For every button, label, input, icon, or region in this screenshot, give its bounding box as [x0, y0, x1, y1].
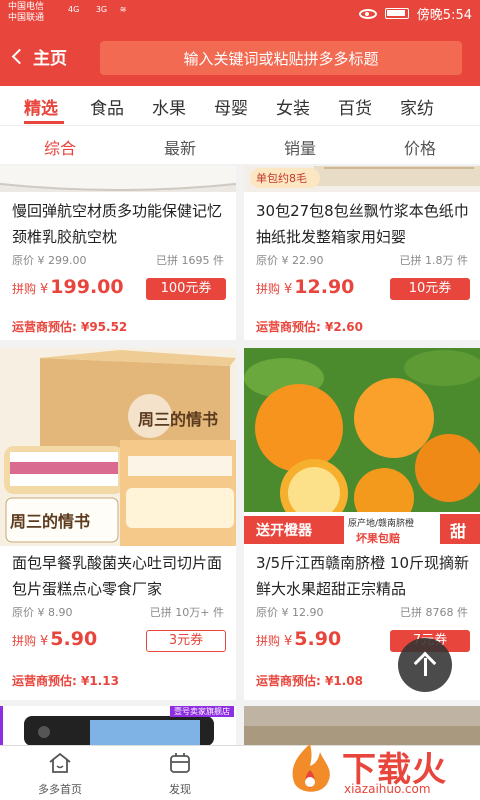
yen-symbol: ¥: [40, 282, 49, 297]
sold-count: 已拼 1.8万 件: [399, 254, 469, 267]
estimate-text: 运营商预估: ¥1.13: [12, 674, 119, 688]
product-card[interactable]: 周三的情书 周三的情书 面包早餐乳酸菌夹心吐司切片面包片蛋糕点心零食厂家 原价 …: [0, 348, 236, 700]
image-origin: 原产地/赣南脐橙: [348, 519, 415, 529]
product-title: 3/5斤江西赣南脐橙 10斤现摘新鲜大水果超甜正宗精品: [256, 554, 469, 598]
sort-option-3[interactable]: 价格: [404, 135, 436, 159]
tab-category-6[interactable]: 家纺: [400, 94, 434, 119]
image-banner: 送开橙器: [256, 523, 312, 539]
tab-category-3[interactable]: 母婴: [214, 94, 248, 119]
pin-label: 拼购: [256, 634, 281, 648]
price-value: 5.90: [294, 628, 342, 650]
tab-category-0[interactable]: 精选: [24, 94, 58, 119]
watermark: 下载火 xiazaihuo.com: [280, 738, 480, 800]
estimate-text: 运营商预估: ¥2.60: [256, 320, 363, 334]
store-badge: 壹号卖家旗舰店: [170, 706, 234, 717]
carrier-1: 中国电信: [8, 2, 45, 12]
original-price: 原价 ¥ 299.00: [12, 254, 87, 267]
network-indicator: 4G 3G ≋: [68, 5, 126, 14]
net-1: 4G: [68, 5, 80, 14]
coupon-badge[interactable]: 10元券: [390, 278, 470, 300]
original-price: 原价 ¥ 8.90: [12, 606, 73, 619]
yen-symbol: ¥: [284, 634, 293, 649]
pin-label: 拼购: [12, 634, 37, 648]
sort-option-0[interactable]: 综合: [44, 135, 76, 159]
active-tab-indicator: [24, 121, 64, 124]
sold-count: 已拼 8768 件: [400, 606, 468, 619]
product-image: [0, 166, 236, 192]
product-title: 面包早餐乳酸菌夹心吐司切片面包片蛋糕点心零食厂家: [12, 554, 223, 598]
tab-discover-label: 发现: [169, 783, 191, 796]
group-price: 拼购 ¥ 5.90: [256, 628, 341, 650]
estimate-text: 运营商预估: ¥1.08: [256, 674, 363, 688]
back-to-top-button[interactable]: [398, 638, 452, 692]
sort-bar: 综合 最新 销量 价格: [0, 126, 480, 164]
image-label-package: 周三的情书: [10, 512, 91, 531]
carrier-2: 中国联通: [8, 13, 45, 23]
product-image: 单包约8毛: [244, 166, 480, 192]
flame-logo-icon: [292, 744, 330, 792]
product-card[interactable]: 单包约8毛 30包27包8包丝飘竹浆本色纸巾抽纸批发整箱家用妇婴 原价 ¥ 22…: [244, 166, 480, 340]
search-input[interactable]: 输入关键词或粘贴拼多多标题: [100, 41, 462, 75]
coupon-badge[interactable]: 100元券: [146, 278, 226, 300]
tab-category-4[interactable]: 女装: [276, 94, 310, 119]
product-image: 送开橙器 原产地/赣南脐橙 坏果包赔 甜: [244, 348, 480, 546]
price-value: 12.90: [294, 276, 355, 298]
clock: 傍晚5:54: [416, 8, 472, 23]
yen-symbol: ¥: [284, 282, 293, 297]
wifi-icon: ≋: [119, 5, 127, 14]
battery-icon: [384, 8, 409, 19]
home-icon: [49, 752, 71, 773]
category-tabs: 精选 食品 水果 母婴 女装 百货 家纺: [0, 86, 480, 126]
product-image: 周三的情书 周三的情书: [0, 348, 236, 546]
yen-symbol: ¥: [40, 634, 49, 649]
image-guarantee: 坏果包赔: [356, 532, 400, 545]
group-price: 拼购 ¥ 199.00: [12, 276, 124, 298]
tab-discover[interactable]: 发现: [140, 752, 220, 797]
coupon-badge[interactable]: 3元券: [146, 630, 226, 652]
back-button[interactable]: 主页: [10, 42, 67, 70]
product-title: 慢回弹航空材质多功能保健记忆颈椎乳胶航空枕: [12, 202, 223, 246]
original-price: 原价 ¥ 12.90: [256, 606, 324, 619]
pin-label: 拼购: [12, 282, 37, 296]
image-badge: 单包约8毛: [256, 172, 307, 185]
sold-count: 已拼 1695 件: [156, 254, 224, 267]
tab-home[interactable]: 多多首页: [20, 752, 100, 797]
image-label-box: 周三的情书: [138, 410, 219, 429]
carrier-info: 中国电信 中国联通: [8, 2, 44, 24]
product-card[interactable]: 壹号卖家旗舰店: [0, 706, 236, 746]
group-price: 拼购 ¥ 5.90: [12, 628, 97, 650]
discover-icon: [170, 753, 190, 773]
product-card[interactable]: 慢回弹航空材质多功能保健记忆颈椎乳胶航空枕 原价 ¥ 299.00 已拼 169…: [0, 166, 236, 340]
image-tag: 甜: [450, 522, 467, 541]
pillow-image: [0, 166, 236, 192]
sort-option-1[interactable]: 最新: [164, 135, 196, 159]
header: 主页 输入关键词或粘贴拼多多标题: [0, 26, 480, 86]
net-2: 3G: [95, 5, 108, 14]
estimate-text: 运营商预估: ¥95.52: [12, 320, 128, 334]
original-price: 原价 ¥ 22.90: [256, 254, 324, 267]
back-label: 主页: [33, 48, 67, 69]
product-title: 30包27包8包丝飘竹浆本色纸巾抽纸批发整箱家用妇婴: [256, 202, 469, 246]
tab-home-label: 多多首页: [38, 783, 82, 796]
sort-option-2[interactable]: 销量: [284, 135, 316, 159]
status-bar: 中国电信 中国联通 4G 3G ≋ 傍晚5:54: [0, 0, 480, 26]
sold-count: 已拼 10万+ 件: [149, 606, 224, 619]
status-right: 傍晚5:54: [358, 4, 472, 23]
search-placeholder: 输入关键词或粘贴拼多多标题: [183, 49, 379, 68]
price-value: 5.90: [50, 628, 98, 650]
tab-category-2[interactable]: 水果: [152, 94, 186, 119]
chevron-left-icon: [11, 48, 28, 64]
price-value: 199.00: [50, 276, 124, 298]
tab-category-5[interactable]: 百货: [338, 94, 372, 119]
watermark-url: xiazaihuo.com: [344, 782, 431, 796]
pin-label: 拼购: [256, 282, 281, 296]
arrow-stem: [423, 658, 427, 676]
tab-category-1[interactable]: 食品: [90, 94, 124, 119]
group-price: 拼购 ¥ 12.90: [256, 276, 354, 298]
eye-icon: [358, 8, 377, 19]
